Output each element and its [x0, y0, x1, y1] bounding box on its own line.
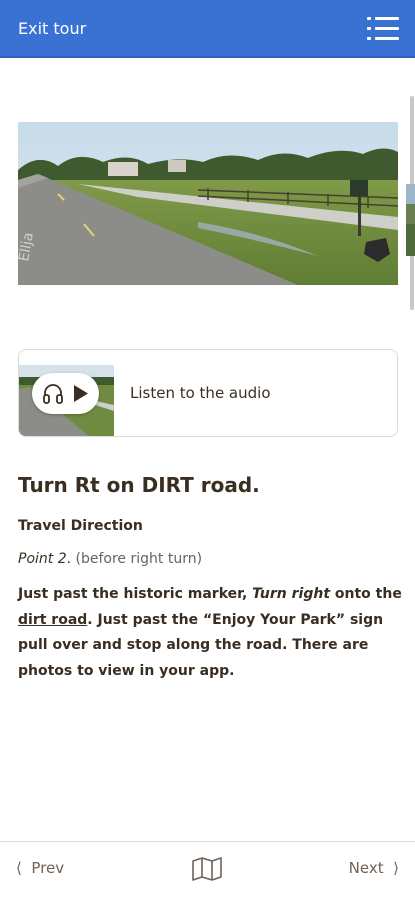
list-icon[interactable]: [367, 15, 399, 43]
description-underline: dirt road: [18, 611, 88, 628]
audio-label[interactable]: Listen to the audio: [130, 384, 271, 402]
point-number: Point 2: [18, 551, 67, 567]
travel-direction-heading: Travel Direction: [18, 518, 143, 534]
exit-tour-button[interactable]: Exit tour: [18, 19, 86, 38]
next-photo-peek[interactable]: [406, 184, 415, 256]
play-icon: [74, 385, 88, 402]
prev-button[interactable]: ⟨ Prev: [16, 859, 64, 877]
description-text: onto the: [330, 586, 402, 602]
play-audio-button[interactable]: [32, 373, 99, 414]
next-button[interactable]: Next ⟩: [349, 859, 399, 877]
point-note: (before right turn): [71, 551, 203, 567]
prev-label: Prev: [31, 859, 65, 877]
headphones-icon: [43, 384, 63, 404]
stop-title: Turn Rt on DIRT road.: [18, 473, 260, 497]
description-emphasis: Turn right: [252, 586, 331, 602]
chevron-right-icon: ⟩: [393, 859, 399, 877]
stop-photo[interactable]: Ellja: [18, 122, 398, 285]
stop-description: Just past the historic marker, Turn righ…: [18, 582, 404, 684]
description-text: Just past the historic marker,: [18, 586, 253, 602]
point-label: Point 2. (before right turn): [18, 551, 202, 567]
map-icon[interactable]: [191, 857, 223, 881]
next-label: Next: [348, 859, 384, 877]
chevron-left-icon: ⟨: [16, 859, 22, 877]
